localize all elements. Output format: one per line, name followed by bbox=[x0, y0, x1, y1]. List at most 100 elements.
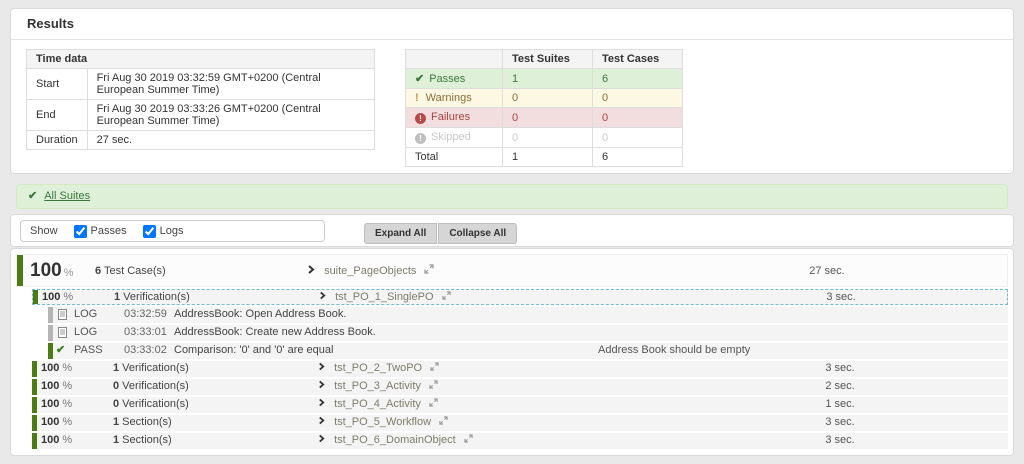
results-panel-body: Time data Start Fri Aug 30 2019 03:32:59… bbox=[11, 40, 1013, 172]
time-start-label: Start bbox=[27, 69, 88, 100]
suite-row[interactable]: 100% 6 Test Case(s) suite_PageObjects 27… bbox=[16, 254, 1008, 287]
skipped-suites: 0 bbox=[503, 128, 593, 148]
suite-name-link[interactable]: suite_PageObjects bbox=[324, 265, 416, 277]
log-message: AddressBook: Open Address Book. bbox=[174, 307, 346, 322]
chevron-right-icon[interactable] bbox=[318, 379, 325, 394]
expand-icon[interactable] bbox=[429, 379, 438, 394]
suite-duration: 27 sec. bbox=[792, 265, 862, 277]
passes-checkbox[interactable] bbox=[74, 225, 87, 238]
status-bar-green bbox=[32, 379, 37, 395]
status-bar-green bbox=[33, 290, 38, 304]
all-suites-link[interactable]: All Suites bbox=[44, 190, 90, 202]
document-icon bbox=[58, 309, 67, 325]
page-title: Results bbox=[11, 9, 1013, 40]
total-suites: 1 bbox=[503, 148, 593, 167]
log-label: LOG bbox=[74, 325, 97, 340]
failures-label: Failures bbox=[431, 111, 470, 123]
test-duration: 3 sec. bbox=[806, 290, 876, 305]
test-row[interactable]: 100 % 1 Verification(s) tst_PO_1_SingleP… bbox=[32, 289, 1008, 305]
skipped-label: Skipped bbox=[431, 131, 471, 143]
summary-row-passes: ✔Passes 1 6 bbox=[406, 69, 683, 89]
passes-checkbox-label[interactable]: Passes bbox=[64, 225, 127, 238]
expand-icon[interactable] bbox=[429, 397, 438, 412]
chevron-right-icon[interactable] bbox=[318, 361, 325, 376]
test-duration: 2 sec. bbox=[805, 379, 875, 394]
log-message: AddressBook: Create new Address Book. bbox=[174, 325, 376, 340]
total-label: Total bbox=[406, 148, 503, 167]
warnings-label: Warnings bbox=[426, 92, 472, 104]
collapse-all-button[interactable]: Collapse All bbox=[438, 223, 517, 244]
test-name-link[interactable]: tst_PO_3_Activity bbox=[334, 380, 421, 392]
failures-cases: 0 bbox=[593, 108, 683, 128]
skipped-cases: 0 bbox=[593, 128, 683, 148]
test-duration: 3 sec. bbox=[805, 433, 875, 448]
check-icon: ✔ bbox=[28, 190, 37, 202]
log-row-pass: ✔ PASS 03:33:02 Comparison: '0' and '0' … bbox=[48, 343, 1008, 359]
expand-collapse-group: Expand All Collapse All bbox=[364, 223, 517, 244]
status-bar-green bbox=[32, 397, 37, 413]
controls-panel: Show Passes Logs Expand All Collapse All bbox=[10, 214, 1014, 247]
test-row[interactable]: 100 % 0 Verification(s) tst_PO_4_Activit… bbox=[32, 397, 1008, 413]
test-row[interactable]: 100 % 0 Verification(s) tst_PO_3_Activit… bbox=[32, 379, 1008, 395]
expand-icon[interactable] bbox=[424, 264, 434, 277]
expand-icon[interactable] bbox=[464, 433, 473, 448]
chevron-right-icon[interactable] bbox=[307, 265, 315, 277]
test-name-link[interactable]: tst_PO_5_Workflow bbox=[334, 416, 431, 428]
check-icon: ✔ bbox=[56, 343, 65, 358]
test-percent: 100 bbox=[41, 362, 59, 374]
time-data-table: Time data Start Fri Aug 30 2019 03:32:59… bbox=[26, 49, 375, 150]
skipped-circle-icon: ! bbox=[415, 133, 426, 144]
warnings-suites: 0 bbox=[503, 89, 593, 108]
test-name-link[interactable]: tst_PO_1_SinglePO bbox=[335, 291, 433, 303]
test-row[interactable]: 100 % 1 Verification(s) tst_PO_2_TwoPO 3… bbox=[32, 361, 1008, 377]
chevron-right-icon[interactable] bbox=[318, 415, 325, 430]
test-percent: 100 bbox=[41, 380, 59, 392]
time-start-value: Fri Aug 30 2019 03:32:59 GMT+0200 (Centr… bbox=[87, 69, 374, 100]
table-row: Start Fri Aug 30 2019 03:32:59 GMT+0200 … bbox=[27, 69, 375, 100]
log-message: Comparison: '0' and '0' are equal bbox=[174, 343, 333, 358]
summary-col-cases: Test Cases bbox=[593, 50, 683, 69]
log-time: 03:33:02 bbox=[124, 343, 167, 358]
total-cases: 6 bbox=[593, 148, 683, 167]
time-end-label: End bbox=[27, 100, 88, 131]
expand-all-button[interactable]: Expand All bbox=[364, 223, 437, 244]
status-bar-green bbox=[32, 415, 37, 431]
log-label: PASS bbox=[74, 343, 103, 358]
chevron-right-icon[interactable] bbox=[318, 397, 325, 412]
test-row[interactable]: 100 % 1 Section(s) tst_PO_5_Workflow 3 s… bbox=[32, 415, 1008, 431]
failures-suites: 0 bbox=[503, 108, 593, 128]
time-duration-label: Duration bbox=[27, 131, 88, 150]
results-tree-panel: 100% 6 Test Case(s) suite_PageObjects 27… bbox=[10, 248, 1014, 456]
time-end-value: Fri Aug 30 2019 03:33:26 GMT+0200 (Centr… bbox=[87, 100, 374, 131]
log-time: 03:33:01 bbox=[124, 325, 167, 340]
test-name-link[interactable]: tst_PO_4_Activity bbox=[334, 398, 421, 410]
chevron-right-icon[interactable] bbox=[319, 290, 326, 305]
test-percent: 100 bbox=[41, 416, 59, 428]
log-label: LOG bbox=[74, 307, 97, 322]
logs-checkbox-text: Logs bbox=[160, 225, 184, 237]
log-note: Address Book should be empty bbox=[598, 343, 750, 358]
warnings-cases: 0 bbox=[593, 89, 683, 108]
passes-suites: 1 bbox=[503, 69, 593, 89]
passes-label: Passes bbox=[429, 73, 465, 85]
table-row: Test Suites Test Cases bbox=[406, 50, 683, 69]
chevron-right-icon[interactable] bbox=[318, 433, 325, 448]
expand-icon[interactable] bbox=[430, 361, 439, 376]
all-suites-bar[interactable]: ✔ All Suites bbox=[16, 184, 1008, 209]
table-row: Duration 27 sec. bbox=[27, 131, 375, 150]
logs-checkbox-label[interactable]: Logs bbox=[133, 225, 184, 238]
logs-checkbox[interactable] bbox=[143, 225, 156, 238]
log-time: 03:32:59 bbox=[124, 307, 167, 322]
expand-icon[interactable] bbox=[439, 415, 448, 430]
summary-col-empty bbox=[406, 50, 503, 69]
log-row: LOG 03:32:59 AddressBook: Open Address B… bbox=[48, 307, 1008, 323]
status-bar-green bbox=[48, 343, 53, 359]
log-row: LOG 03:33:01 AddressBook: Create new Add… bbox=[48, 325, 1008, 341]
summary-table: Test Suites Test Cases ✔Passes 1 6 ! Warn… bbox=[405, 49, 683, 167]
test-name-link[interactable]: tst_PO_2_TwoPO bbox=[334, 362, 422, 374]
test-name-link[interactable]: tst_PO_6_DomainObject bbox=[334, 434, 456, 446]
time-duration-value: 27 sec. bbox=[87, 131, 374, 150]
expand-icon[interactable] bbox=[442, 290, 451, 305]
test-row[interactable]: 100 % 1 Section(s) tst_PO_6_DomainObject… bbox=[32, 433, 1008, 449]
suite-percent-sign: % bbox=[64, 267, 74, 279]
